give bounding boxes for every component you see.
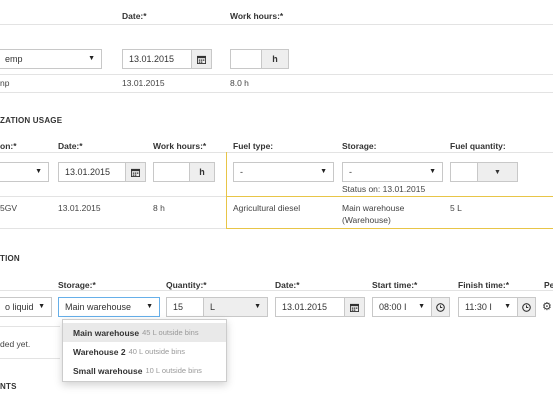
mech-row-fuel-type: Agricultural diesel	[233, 203, 301, 213]
fert-date-header: Date:*	[275, 280, 300, 290]
storage-option-note: 10 L outside bins	[145, 366, 202, 375]
clock-icon[interactable]	[517, 297, 536, 317]
caret-down-icon: ▼	[35, 168, 42, 175]
mech-fuel-unit-select[interactable]: ▼	[477, 162, 518, 182]
fert-quantity-input[interactable]: 15	[166, 297, 204, 317]
fert-storage-value: Main warehouse	[65, 302, 132, 312]
storage-option-name: Main warehouse	[73, 327, 140, 338]
mech-storage-value: -	[349, 167, 352, 177]
fert-finish-value: 11:30 I	[465, 302, 492, 312]
fert-product-select[interactable]: o liquid ▼	[0, 297, 52, 317]
gear-icon[interactable]: ⚙	[542, 300, 552, 313]
fert-unit-value: L	[210, 302, 216, 312]
mech-storage-header: Storage:	[342, 141, 377, 151]
fert-section-title: TION	[0, 254, 20, 263]
storage-option[interactable]: Main warehouse 45 L outside bins	[63, 323, 226, 342]
storage-option-name: Small warehouse	[73, 365, 143, 376]
caret-down-icon: ▼	[146, 303, 153, 310]
fert-storage-select[interactable]: Main warehouse ▼	[58, 297, 160, 317]
fert-quantity-value: 15	[173, 302, 184, 312]
mech-machine-select[interactable]: ▼	[0, 162, 49, 182]
mech-section-title: ZATION USAGE	[0, 116, 63, 125]
storage-option-note: 40 L outside bins	[128, 347, 186, 356]
caret-down-icon: ▼	[504, 303, 511, 310]
storage-option[interactable]: Warehouse 2 40 L outside bins	[63, 342, 226, 361]
storage-option-note: 45 L outside bins	[142, 328, 199, 337]
fert-finish-select[interactable]: 11:30 I ▼	[458, 297, 518, 317]
fert-date-value: 13.01.2015	[282, 302, 328, 312]
mech-fuel-type-header: Fuel type:	[233, 141, 274, 151]
fert-start-header: Start time:*	[372, 280, 418, 290]
fert-finish-header: Finish time:*	[458, 280, 510, 290]
mech-row-machine: 5GV	[0, 203, 18, 213]
mech-hours-header: Work hours:*	[153, 141, 207, 151]
caret-down-icon: ▼	[429, 168, 436, 175]
work-hours-input[interactable]	[230, 49, 262, 69]
fert-date-input[interactable]: 13.01.2015	[275, 297, 345, 317]
fert-product-value: o liquid	[5, 302, 34, 312]
caret-down-icon: ▼	[494, 168, 501, 176]
work-date-value: 13.01.2015	[129, 54, 175, 64]
calendar-icon[interactable]	[344, 297, 365, 317]
mech-row-date: 13.01.2015	[58, 203, 101, 213]
work-date-input[interactable]: 13.01.2015	[122, 49, 192, 69]
mech-row-hours: 8 h	[153, 203, 165, 213]
caret-down-icon: ▼	[88, 55, 95, 62]
next-section-title: NTS	[0, 382, 17, 391]
work-select[interactable]: emp ▼	[0, 49, 102, 69]
fert-storage-header: Storage:*	[58, 280, 96, 290]
work-date-header: Date:*	[122, 11, 147, 21]
fert-unit-select[interactable]: L ▼	[203, 297, 268, 317]
caret-down-icon: ▼	[38, 303, 45, 310]
mech-date-value: 13.01.2015	[65, 167, 111, 177]
work-row-date: 13.01.2015	[122, 78, 165, 88]
mech-status-text: Status on: 13.01.2015	[342, 184, 426, 194]
mech-fuel-qty-header: Fuel quantity:	[450, 141, 506, 151]
fert-empty-text: ded yet.	[0, 339, 31, 349]
work-hours-unit: h	[261, 49, 289, 69]
mech-machine-header: on:*	[0, 141, 17, 151]
work-select-value: emp	[5, 54, 23, 64]
fert-start-value: 08:00 I	[379, 302, 407, 312]
fuel-group-divider	[226, 152, 227, 228]
mech-date-input[interactable]: 13.01.2015	[58, 162, 126, 182]
caret-down-icon: ▼	[254, 303, 261, 310]
mech-row-fuel-qty: 5 L	[450, 203, 462, 213]
mech-hours-unit: h	[189, 162, 215, 182]
caret-down-icon: ▼	[418, 303, 425, 310]
fert-extra-header: Pe	[544, 280, 553, 290]
calendar-icon[interactable]	[125, 162, 146, 182]
mech-storage-select[interactable]: - ▼	[342, 162, 443, 182]
work-hours-header: Work hours:*	[230, 11, 284, 21]
fert-quantity-header: Quantity:*	[166, 280, 207, 290]
caret-down-icon: ▼	[320, 168, 327, 175]
work-row-name: np	[0, 78, 10, 88]
mech-fuel-type-value: -	[240, 167, 243, 177]
storage-dropdown-menu: Main warehouse 45 L outside bins Warehou…	[62, 319, 227, 382]
calendar-icon[interactable]	[191, 49, 212, 69]
storage-option[interactable]: Small warehouse 10 L outside bins	[63, 361, 226, 380]
work-row-hours: 8.0 h	[230, 78, 249, 88]
mech-row-storage-1: Main warehouse	[342, 203, 405, 213]
clock-icon[interactable]	[431, 297, 450, 317]
storage-option-name: Warehouse 2	[73, 346, 126, 357]
mech-date-header: Date:*	[58, 141, 83, 151]
fert-start-select[interactable]: 08:00 I ▼	[372, 297, 432, 317]
mech-fuel-qty-input[interactable]	[450, 162, 478, 182]
mech-hours-input[interactable]	[153, 162, 190, 182]
mech-fuel-type-select[interactable]: - ▼	[233, 162, 334, 182]
mech-row-storage-2: (Warehouse)	[342, 215, 391, 225]
